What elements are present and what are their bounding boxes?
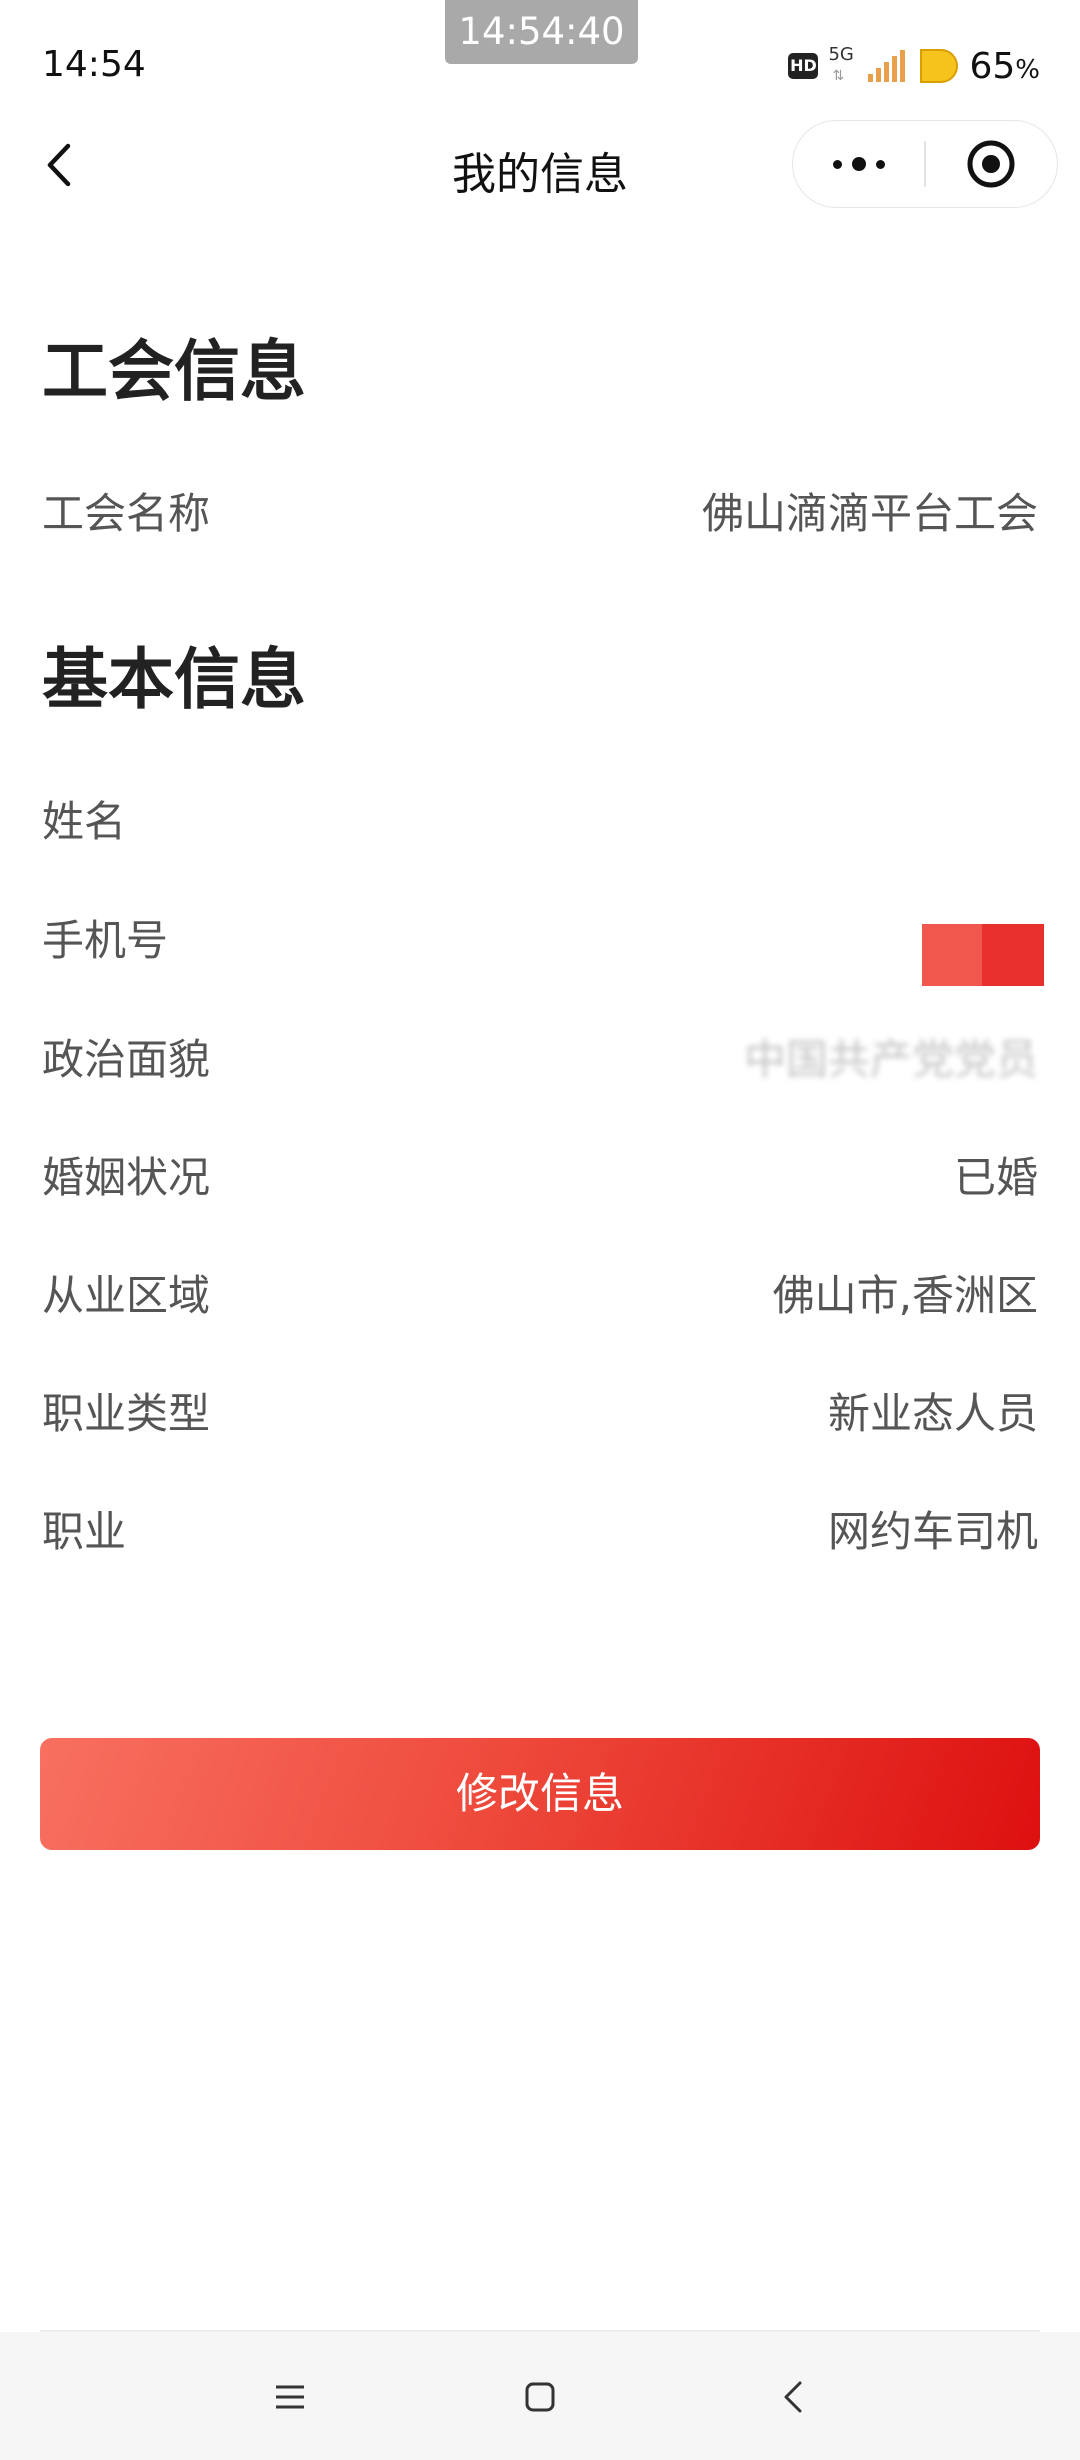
battery-value: 65 — [969, 45, 1016, 87]
system-menu-button[interactable] — [255, 2362, 325, 2432]
occupation-row: 职业 网约车司机 — [42, 1484, 1038, 1564]
more-dots-icon — [832, 157, 885, 171]
occupation-type-row: 职业类型 新业态人员 — [42, 1366, 1038, 1446]
political-status-value: 中国共产党党员 — [743, 1035, 1038, 1084]
name-label: 姓名 — [42, 797, 127, 846]
signal-icon — [868, 50, 906, 82]
network-indicator: 5G ⇅ — [828, 44, 858, 88]
status-icons: HD 5G ⇅ 65% — [788, 44, 1040, 88]
occupation-label: 职业 — [42, 1507, 127, 1556]
union-name-label: 工会名称 — [42, 489, 211, 538]
work-area-row: 从业区域 佛山市,香洲区 — [42, 1248, 1038, 1328]
phone-row: 手机号 — [42, 893, 1038, 973]
phone-label: 手机号 — [42, 916, 169, 965]
status-time: 14:54 — [42, 44, 146, 85]
battery-unit: % — [1015, 54, 1040, 85]
marital-status-label: 婚姻状况 — [42, 1153, 211, 1202]
work-area-label: 从业区域 — [42, 1271, 211, 1320]
basic-section-title: 基本信息 — [42, 641, 306, 718]
status-bar: 14:54 14:54:40 HD 5G ⇅ 65% — [0, 0, 1080, 120]
screen-record-time: 14:54:40 — [445, 0, 638, 64]
battery-percent: 65% — [969, 46, 1040, 87]
name-row: 姓名 — [42, 774, 1038, 854]
system-navigation-bar — [0, 2332, 1080, 2460]
system-home-button[interactable] — [505, 2362, 575, 2432]
data-arrows-icon: ⇅ — [832, 68, 845, 84]
miniprogram-capsule — [792, 120, 1058, 208]
marital-status-row: 婚姻状况 已婚 — [42, 1130, 1038, 1210]
page: 14:54 14:54:40 HD 5G ⇅ 65% 我的信息 工会信息 工会名… — [0, 0, 1080, 2460]
hd-icon: HD — [788, 53, 819, 79]
union-section-title: 工会信息 — [42, 333, 306, 410]
edit-info-button[interactable]: 修改信息 — [40, 1738, 1040, 1850]
occupation-type-value: 新业态人员 — [827, 1389, 1038, 1438]
occupation-value: 网约车司机 — [827, 1507, 1038, 1556]
menu-lines-icon — [276, 2385, 304, 2409]
battery-icon — [915, 44, 959, 88]
square-home-icon — [525, 2382, 555, 2412]
work-area-value: 佛山市,香洲区 — [772, 1271, 1038, 1320]
redaction-mark — [922, 924, 1044, 986]
target-circle-icon — [967, 140, 1015, 188]
occupation-type-label: 职业类型 — [42, 1389, 211, 1438]
marital-status-value: 已婚 — [953, 1153, 1038, 1202]
union-name-row: 工会名称 佛山滴滴平台工会 — [42, 466, 1038, 546]
union-name-value: 佛山滴滴平台工会 — [701, 489, 1038, 538]
political-status-label: 政治面貌 — [42, 1035, 211, 1084]
system-back-button[interactable] — [758, 2362, 828, 2432]
nav-bar: 我的信息 — [0, 120, 1080, 210]
more-button[interactable] — [793, 121, 924, 207]
triangle-back-icon — [784, 2381, 802, 2413]
political-status-row: 政治面貌 中国共产党党员 — [42, 1012, 1038, 1092]
close-miniprogram-button[interactable] — [926, 121, 1057, 207]
network-type-label: 5G — [828, 44, 854, 65]
